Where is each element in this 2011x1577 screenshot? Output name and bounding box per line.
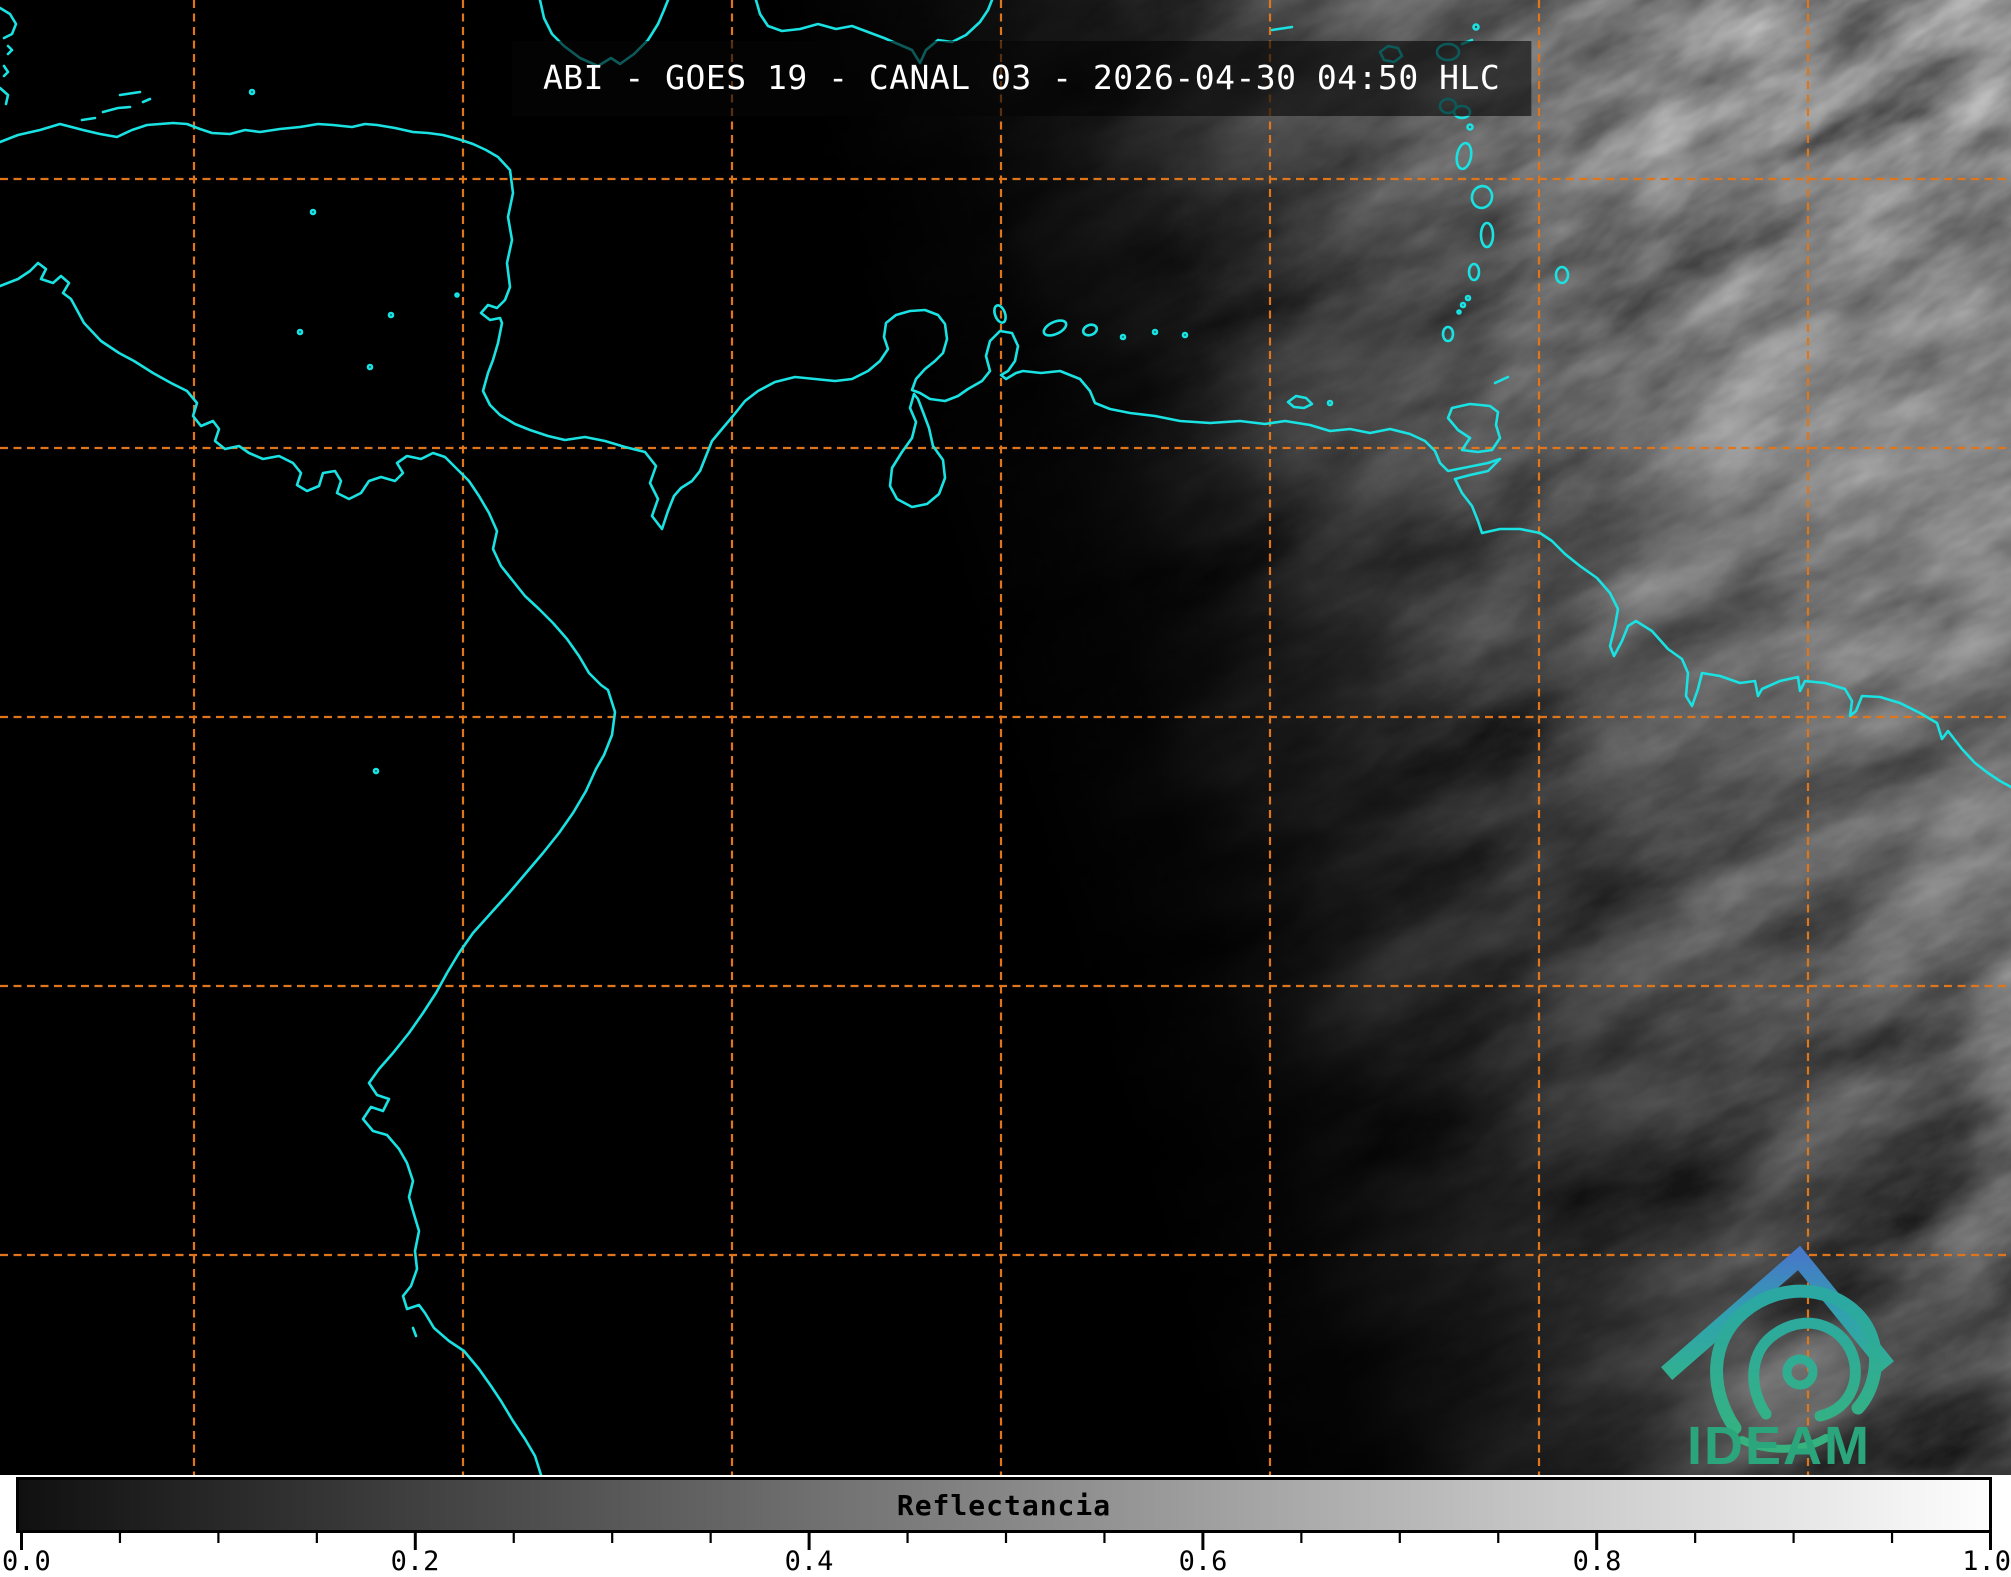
colorbar-tick-label: 0.4	[784, 1546, 834, 1577]
colorbar-label: Reflectancia	[896, 1488, 1112, 1522]
colorbar-tick-label: 1.0	[1962, 1546, 2011, 1577]
colorbar-axis	[20, 1533, 1992, 1550]
colorbar-tick-label: 0.8	[1572, 1546, 1622, 1577]
colorbar-tick-label: 0.6	[1178, 1546, 1228, 1577]
satellite-product-viewport: IDEAM ABI - GOES 19 - CANAL 03 - 2026-04…	[0, 0, 2011, 1577]
logo-wordmark: IDEAM	[1687, 1416, 1871, 1475]
satellite-map: IDEAM ABI - GOES 19 - CANAL 03 - 2026-04…	[0, 0, 2011, 1475]
colorbar-tick-label: 0.0	[2, 1546, 51, 1577]
colorbar-tick-label: 0.2	[390, 1546, 440, 1577]
image-title: ABI - GOES 19 - CANAL 03 - 2026-04-30 04…	[542, 58, 1501, 97]
colorbar: Reflectancia	[16, 1477, 1992, 1533]
image-title-bar: ABI - GOES 19 - CANAL 03 - 2026-04-30 04…	[511, 41, 1532, 116]
satellite-map-canvas: IDEAM	[0, 0, 2011, 1475]
